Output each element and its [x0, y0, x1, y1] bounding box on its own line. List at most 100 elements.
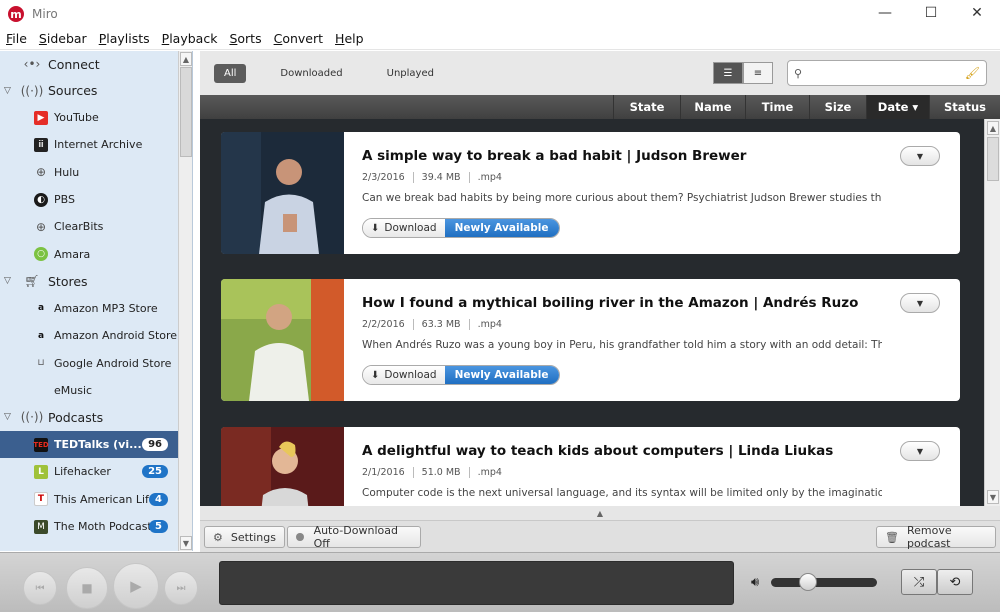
item-menu-button[interactable]: ▼ [900, 146, 940, 166]
scroll-down-icon[interactable]: ▼ [987, 490, 999, 504]
sidebar-section-sources[interactable]: ▽ ((·)) Sources [0, 77, 178, 104]
sidebar-item-amazon-android[interactable]: a Amazon Android Store [0, 322, 178, 349]
miro-logo-icon: m [8, 6, 24, 22]
sidebar-item-lifehacker[interactable]: L Lifehacker 25 [0, 458, 178, 485]
video-thumbnail[interactable] [221, 279, 344, 401]
filter-bar: All Downloaded Unplayed ☰ ≡ ⚲ 🖌︎ [200, 51, 1000, 95]
close-button[interactable]: ✕ [954, 0, 1000, 26]
sidebar-item-this-american-life[interactable]: T This American Life 4 [0, 486, 178, 513]
sort-status-column[interactable]: Status [929, 95, 1000, 119]
video-thumbnail[interactable] [221, 132, 344, 254]
settings-button[interactable]: ⚙ Settings [204, 526, 285, 548]
menu-playlists[interactable]: Playlists [93, 31, 156, 46]
compact-view-icon[interactable]: ≡ [743, 62, 773, 84]
play-icon[interactable]: ▶ [113, 563, 159, 609]
list-view-icon[interactable]: ☰ [713, 62, 743, 84]
search-input[interactable] [808, 66, 959, 80]
bottom-toolbar: ⚙ Settings Auto-Download Off 🗑︎ Remove p… [200, 520, 1000, 552]
menu-playback[interactable]: Playback [156, 31, 224, 46]
expand-arrow-icon[interactable]: ▽ [4, 412, 16, 422]
minimize-button[interactable]: — [862, 0, 908, 26]
globe-icon: ⊕ [35, 219, 47, 234]
search-box[interactable]: ⚲ 🖌︎ [787, 60, 987, 86]
sidebar-section-stores[interactable]: ▽ 🛒︎ Stores [0, 268, 178, 295]
filter-unplayed-button[interactable]: Unplayed [377, 64, 444, 83]
list-item[interactable]: A delightful way to teach kids about com… [221, 427, 960, 506]
chevron-up-icon: ▲ [596, 508, 604, 518]
menu-convert[interactable]: Convert [268, 31, 329, 46]
sidebar-section-podcasts[interactable]: ▽ ((·)) Podcasts [0, 404, 178, 431]
download-button[interactable]: ⬇ Download [363, 219, 445, 237]
sort-time-column[interactable]: Time [745, 95, 809, 119]
sort-size-column[interactable]: Size [809, 95, 866, 119]
sidebar-item-emusic[interactable]: eMusic [0, 377, 178, 404]
stop-icon[interactable]: ■ [66, 567, 108, 609]
unread-count-badge: 4 [149, 492, 168, 506]
sort-header: State Name Time Size Date ▾ Status [200, 95, 1000, 119]
sidebar-item-google-android[interactable]: ⊔ Google Android Store [0, 349, 178, 376]
item-title[interactable]: How I found a mythical boiling river in … [362, 295, 882, 311]
amazon-icon: a [37, 330, 45, 341]
volume-slider-handle[interactable] [799, 573, 817, 591]
list-scrollbar[interactable]: ▲ ▼ [984, 119, 1000, 506]
expand-arrow-icon[interactable]: ▽ [4, 276, 16, 286]
item-meta: 2/1/2016 51.0 MB .mp4 [362, 467, 882, 478]
scroll-down-icon[interactable]: ▼ [180, 536, 192, 550]
clear-search-icon[interactable]: 🖌︎ [965, 66, 980, 80]
chevron-down-icon: ▼ [916, 446, 924, 456]
item-actions: ⬇ Download Newly Available [362, 365, 560, 385]
sort-state-column[interactable]: State [613, 95, 680, 119]
sidebar-item-clearbits[interactable]: ⊕ ClearBits [0, 213, 178, 240]
item-title[interactable]: A simple way to break a bad habit | Juds… [362, 148, 882, 164]
archive-icon: ⅲ [34, 137, 48, 152]
expand-arrow-icon[interactable]: ▽ [4, 86, 16, 96]
volume-icon[interactable]: 🔊︎ [751, 575, 759, 590]
unread-count-badge: 96 [142, 438, 168, 452]
sidebar-scrollbar[interactable]: ▲ ▼ [178, 51, 192, 551]
sidebar-item-amazon-mp3[interactable]: a Amazon MP3 Store [0, 295, 178, 322]
sidebar-item-hulu[interactable]: ⊕ Hulu [0, 159, 178, 186]
sidebar-item-tedtalks[interactable]: TED TEDTalks (vi... 96 [0, 430, 178, 459]
sort-date-column[interactable]: Date ▾ [866, 95, 929, 119]
maximize-button[interactable]: ☐ [908, 0, 954, 26]
shuffle-icon[interactable]: ⤮ [901, 569, 937, 595]
sidebar-item-amara[interactable]: ○ Amara [0, 240, 178, 267]
menu-sidebar[interactable]: Sidebar [33, 31, 93, 46]
volume-slider[interactable] [771, 578, 877, 587]
filter-all-button[interactable]: All [214, 63, 247, 83]
item-menu-button[interactable]: ▼ [900, 441, 940, 461]
view-toggle: ☰ ≡ [713, 62, 773, 84]
skip-back-icon[interactable]: ⏮︎ [23, 571, 57, 605]
filter-downloaded-button[interactable]: Downloaded [270, 64, 352, 83]
youtube-icon: ▶ [34, 110, 48, 125]
scroll-thumb[interactable] [987, 137, 999, 181]
download-arrow-icon: ⬇ [371, 222, 380, 234]
scroll-up-icon[interactable]: ▲ [987, 121, 999, 135]
sort-name-column[interactable]: Name [680, 95, 745, 119]
sidebar-item-youtube[interactable]: ▶ YouTube [0, 104, 178, 131]
sidebar-item-moth-podcast[interactable]: M The Moth Podcast 5 [0, 513, 178, 540]
scroll-thumb[interactable] [180, 67, 192, 157]
video-thumbnail[interactable] [221, 427, 344, 506]
menu-sorts[interactable]: Sorts [223, 31, 267, 46]
list-item[interactable]: A simple way to break a bad habit | Juds… [221, 132, 960, 254]
moth-icon: M [34, 519, 48, 534]
menu-file[interactable]: File [0, 31, 33, 46]
auto-download-button[interactable]: Auto-Download Off [287, 524, 421, 550]
download-button[interactable]: ⬇ Download [363, 366, 445, 384]
cart-icon: ⊔ [37, 358, 45, 369]
item-date: 2/2/2016 [362, 319, 414, 330]
skip-forward-icon[interactable]: ⏭︎ [164, 571, 198, 605]
item-date: 2/3/2016 [362, 172, 414, 183]
list-item[interactable]: How I found a mythical boiling river in … [221, 279, 960, 401]
item-title[interactable]: A delightful way to teach kids about com… [362, 443, 882, 459]
menu-help[interactable]: Help [329, 31, 370, 46]
sidebar-connect[interactable]: ‹•› Connect [0, 51, 178, 77]
repeat-icon[interactable]: ⟲ [937, 569, 973, 595]
sidebar-item-pbs[interactable]: ◐ PBS [0, 186, 178, 213]
collapse-toggle[interactable]: ▲ [200, 506, 1000, 520]
sidebar-item-internet-archive[interactable]: ⅲ Internet Archive [0, 131, 178, 158]
item-menu-button[interactable]: ▼ [900, 293, 940, 313]
remove-podcast-button[interactable]: 🗑︎ Remove podcast [876, 524, 996, 550]
scroll-up-icon[interactable]: ▲ [180, 52, 192, 66]
